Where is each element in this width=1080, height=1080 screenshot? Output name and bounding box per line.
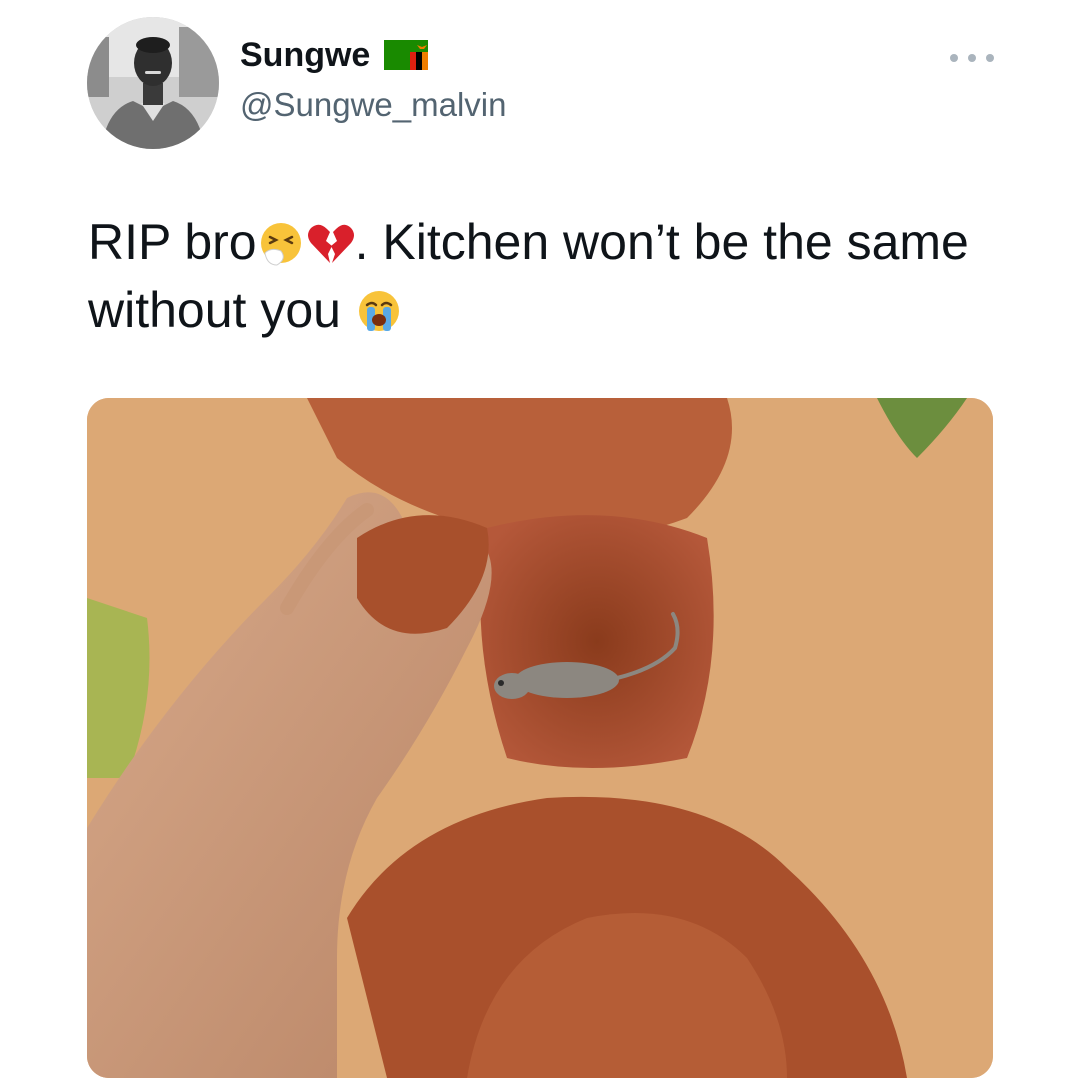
author-name-row: Sungwe	[240, 38, 429, 72]
sneezing-face-emoji	[257, 219, 305, 267]
tweet-card: Sungwe @Sungwe_malvin RIP bro . Kitchen …	[0, 0, 1080, 1080]
zambia-flag-icon	[384, 40, 429, 70]
profile-photo-icon	[87, 17, 219, 149]
more-options-icon[interactable]	[950, 48, 994, 68]
photo-hand-burying-mouse-in-dirt-icon	[87, 398, 993, 1078]
tweet-media-photo[interactable]	[87, 398, 993, 1078]
loudly-crying-face-emoji	[355, 287, 403, 335]
tweet-text: RIP bro . Kitchen won’t be the same with…	[88, 208, 988, 344]
author-display-name[interactable]: Sungwe	[240, 38, 370, 72]
author-handle[interactable]: @Sungwe_malvin	[240, 88, 506, 121]
avatar[interactable]	[87, 17, 219, 149]
tweet-text-part1: RIP bro	[88, 214, 257, 270]
broken-heart-emoji	[305, 219, 355, 267]
